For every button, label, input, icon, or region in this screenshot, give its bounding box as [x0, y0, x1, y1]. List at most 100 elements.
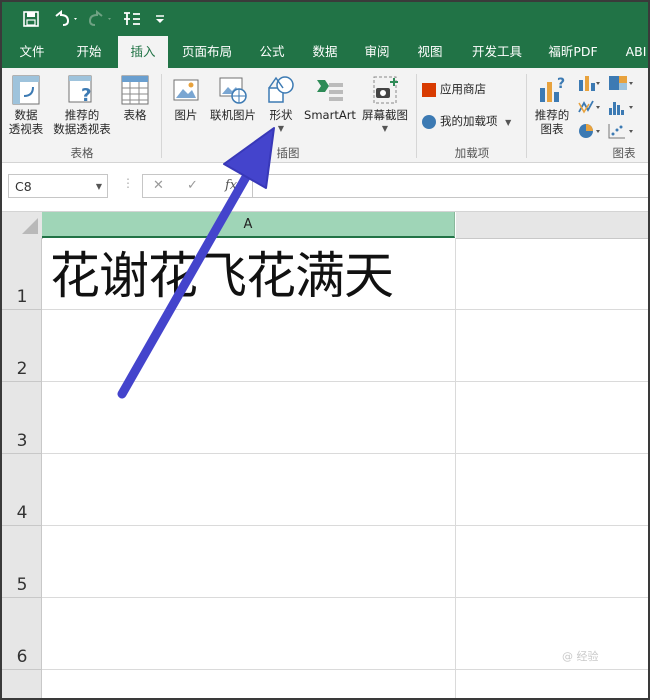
tab-abbyy[interactable]: ABI — [616, 36, 648, 68]
row-header-4[interactable]: 4 — [2, 454, 42, 526]
recommended-pivot-label-1: 推荐的 — [64, 108, 100, 122]
form-icon[interactable] — [122, 10, 142, 28]
recommended-charts-icon: ? — [540, 76, 565, 102]
screenshot-icon — [373, 76, 398, 104]
tab-file[interactable]: 文件 — [8, 36, 56, 68]
hierarchy-chart-button[interactable] — [606, 74, 636, 94]
column-header-empty — [456, 212, 648, 239]
excel-window: 文件 开始 插入 页面布局 公式 数据 审阅 视图 开发工具 福昕PDF ABI… — [0, 0, 650, 700]
select-all-corner[interactable] — [2, 212, 43, 239]
tab-view[interactable]: 视图 — [406, 36, 454, 68]
insert-function-icon[interactable]: fx — [225, 178, 237, 193]
pivot-table-label-1: 数据 — [14, 108, 38, 122]
save-icon[interactable] — [22, 10, 40, 28]
row-header-1[interactable]: 1 — [2, 238, 42, 310]
store-icon — [422, 82, 436, 97]
column-chart-icon — [579, 76, 600, 91]
row-number: 3 — [16, 431, 28, 451]
tab-insert[interactable]: 插入 — [118, 36, 168, 68]
recommended-pivot-button[interactable]: ? 推荐的 数据透视表 — [50, 74, 114, 136]
tab-home[interactable]: 开始 — [64, 36, 114, 68]
tab-developer[interactable]: 开发工具 — [460, 36, 534, 68]
row-header-6[interactable]: 6 — [2, 598, 42, 670]
group-label-tables: 表格 — [70, 146, 94, 160]
column-header-a[interactable]: A — [42, 212, 455, 238]
formula-input[interactable] — [252, 174, 648, 198]
recommended-pivot-label-2: 数据透视表 — [53, 122, 111, 136]
pictures-button[interactable]: 图片 — [166, 74, 206, 122]
online-pictures-icon — [219, 77, 247, 104]
line-chart-button[interactable] — [576, 98, 602, 118]
table-label: 表格 — [123, 108, 147, 122]
my-addins-button[interactable]: 我的加载项 ▼ — [422, 114, 522, 130]
row-divider — [42, 453, 648, 454]
row-header-7[interactable] — [2, 670, 42, 698]
cell-a1[interactable]: 花谢花飞花满天 — [50, 244, 394, 308]
screenshot-button[interactable]: 屏幕截图 ▼ — [358, 74, 412, 136]
shapes-icon — [268, 76, 294, 103]
pie-chart-button[interactable] — [576, 122, 602, 142]
online-pictures-label: 联机图片 — [210, 108, 256, 122]
worksheet-grid: A 1 2 3 4 5 6 花谢花飞花满天 — [2, 212, 648, 698]
row-divider — [42, 309, 648, 310]
enter-icon[interactable]: ✓ — [187, 178, 198, 193]
group-label-addins: 加载项 — [454, 146, 490, 160]
tab-page-layout[interactable]: 页面布局 — [174, 36, 240, 68]
tab-formulas[interactable]: 公式 — [248, 36, 296, 68]
row-divider — [42, 597, 648, 598]
hierarchy-chart-icon — [609, 76, 633, 90]
tab-foxit-pdf[interactable]: 福昕PDF — [538, 36, 608, 68]
formula-bar: C8 ▼ ⋮ ✕ ✓ fx — [2, 163, 648, 212]
pictures-icon — [173, 79, 199, 101]
recommended-pivot-icon: ? — [68, 75, 92, 106]
name-box-value: C8 — [15, 179, 32, 194]
smartart-icon — [317, 80, 343, 101]
table-icon — [121, 75, 149, 105]
row-number: 6 — [16, 647, 28, 667]
smartart-button[interactable]: SmartArt — [302, 74, 358, 122]
my-addins-dropdown-icon: ▼ — [505, 118, 512, 127]
tab-data[interactable]: 数据 — [302, 36, 348, 68]
screenshot-label: 屏幕截图 — [362, 108, 408, 122]
formula-bar-grip-icon: ⋮ — [122, 176, 134, 190]
row-header-5[interactable]: 5 — [2, 526, 42, 598]
row-divider — [42, 381, 648, 382]
group-label-charts: 图表 — [612, 146, 636, 160]
my-addins-label: 我的加载项 — [440, 114, 498, 128]
row-divider — [42, 525, 648, 526]
shapes-dropdown-icon: ▼ — [277, 124, 285, 133]
row-number: 5 — [16, 575, 28, 595]
row-header-2[interactable]: 2 — [2, 310, 42, 382]
pie-chart-icon — [579, 124, 600, 138]
row-header-3[interactable]: 3 — [2, 382, 42, 454]
shapes-label: 形状 — [269, 108, 293, 122]
ribbon-tabs: 文件 开始 插入 页面布局 公式 数据 审阅 视图 开发工具 福昕PDF ABI — [2, 36, 648, 68]
group-separator — [161, 74, 162, 158]
svg-text:?: ? — [81, 85, 91, 106]
watermark: @ 经验 — [562, 650, 599, 663]
name-box[interactable]: C8 ▼ — [8, 174, 108, 198]
recommended-charts-button[interactable]: ? 推荐的 图表 — [530, 74, 574, 136]
table-button[interactable]: 表格 — [116, 74, 154, 122]
undo-icon[interactable] — [52, 9, 80, 28]
scatter-chart-button[interactable] — [606, 122, 636, 142]
store-button[interactable]: 应用商店 — [422, 82, 514, 97]
name-box-dropdown-icon[interactable]: ▼ — [96, 175, 102, 199]
ribbon: 数据 透视表 ? 推荐的 数据透视表 表格 表格 图片 联机图片 形状 ▼ Sm… — [2, 68, 648, 163]
pivot-table-icon — [12, 75, 40, 105]
online-pictures-button[interactable]: 联机图片 — [206, 74, 260, 122]
customize-icon[interactable] — [154, 10, 166, 28]
statistic-chart-button[interactable] — [606, 98, 636, 118]
pivot-table-button[interactable]: 数据 透视表 — [6, 74, 46, 136]
formula-buttons: ✕ ✓ fx — [142, 174, 252, 198]
select-all-icon — [22, 218, 38, 234]
row-number: 4 — [16, 503, 28, 523]
redo-icon[interactable] — [88, 9, 116, 28]
column-chart-button[interactable] — [576, 74, 602, 94]
cancel-icon[interactable]: ✕ — [153, 178, 164, 193]
group-separator — [416, 74, 417, 158]
shapes-button[interactable]: 形状 ▼ — [262, 74, 300, 136]
addins-icon — [422, 114, 436, 129]
tab-review[interactable]: 审阅 — [354, 36, 400, 68]
pictures-label: 图片 — [174, 108, 198, 122]
